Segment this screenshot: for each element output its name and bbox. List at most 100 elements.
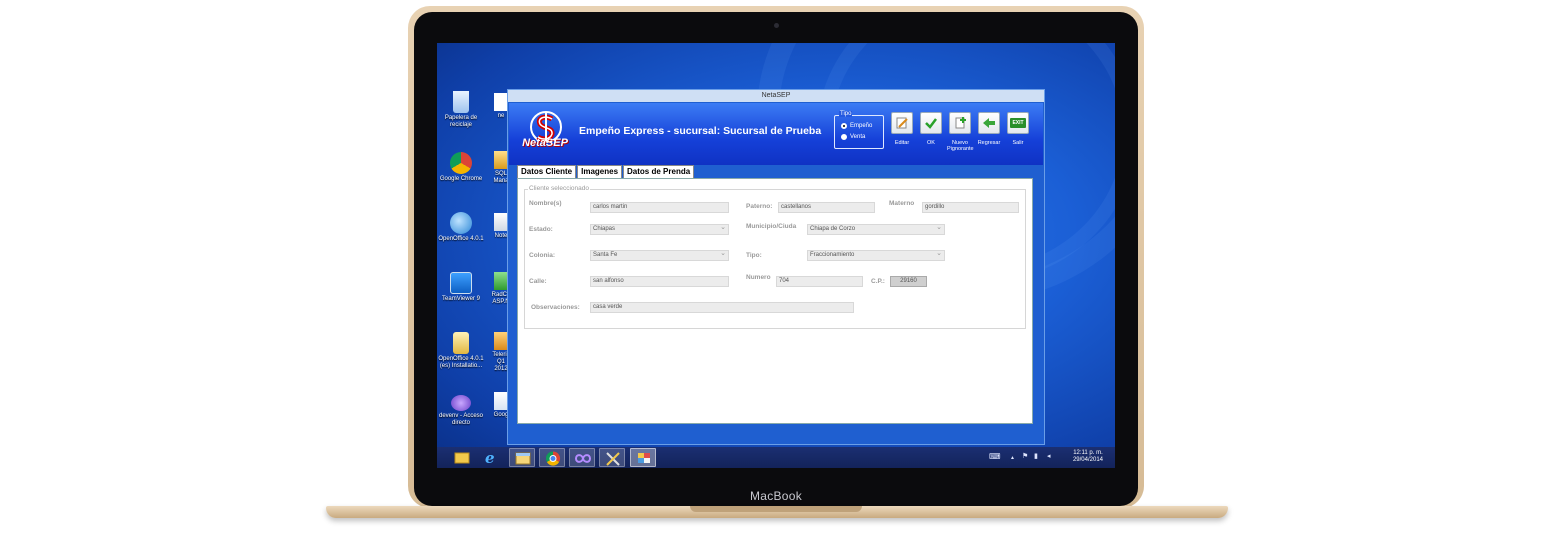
clock-time: 12:11 p. m. bbox=[1073, 450, 1103, 456]
window-title[interactable]: NetaSEP bbox=[508, 90, 1044, 102]
radio-empeno[interactable]: Empeño bbox=[841, 123, 872, 129]
teamviewer-icon bbox=[450, 272, 472, 294]
cp-label: C.P.: bbox=[871, 278, 885, 285]
file-explorer-icon bbox=[515, 452, 531, 465]
desktop-icon-label: TeamViewer 9 bbox=[442, 296, 480, 302]
tray-chevron-icon[interactable]: ▲ bbox=[1010, 455, 1015, 461]
desktop-icon-devenv[interactable]: devenv - Acceso directo bbox=[437, 395, 485, 427]
taskbar-explorer-button[interactable] bbox=[509, 448, 535, 467]
tab-panel-datos-cliente: Cliente seleccionado Nombre(s) carlos ma… bbox=[517, 178, 1033, 424]
municipio-select[interactable]: Chiapa de Corzo bbox=[807, 223, 945, 235]
taskbar-tools-button[interactable] bbox=[599, 448, 625, 467]
app-title: Empeño Express - sucursal: Sucursal de P… bbox=[579, 125, 822, 137]
radio-label: Empeño bbox=[850, 123, 873, 129]
keyboard-icon[interactable]: ⌨ bbox=[989, 452, 1001, 461]
folder-yellow-icon bbox=[454, 452, 470, 464]
editar-label: Editar bbox=[894, 140, 910, 146]
desktop-icon-label: OpenOffice 4.0.1 (es) Installatio... bbox=[438, 356, 484, 369]
exit-icon: EXIT bbox=[1007, 112, 1029, 134]
taskbar-devenv-button[interactable] bbox=[569, 448, 595, 467]
editar-button[interactable]: Editar bbox=[889, 112, 915, 146]
desktop-icon-teamviewer[interactable]: TeamViewer 9 bbox=[437, 272, 485, 303]
radio-dot[interactable] bbox=[841, 134, 847, 140]
tools-icon bbox=[606, 452, 620, 466]
colonia-label: Colonia: bbox=[529, 252, 555, 259]
tipo-select[interactable]: Fraccionamiento bbox=[807, 249, 945, 261]
numero-label: Numero bbox=[746, 274, 771, 281]
tab-datos-cliente[interactable]: Datos Cliente bbox=[517, 165, 577, 179]
desktop-icon-label: Papelera de reciclaje bbox=[444, 115, 478, 128]
salir-button[interactable]: EXIT Salir bbox=[1005, 112, 1031, 146]
tab-strip: Datos Cliente Imagenes Datos de Prenda bbox=[517, 165, 695, 179]
internet-explorer-icon: e bbox=[485, 449, 495, 467]
numero-field[interactable]: 704 bbox=[776, 276, 863, 287]
calle-field[interactable]: san alfonso bbox=[590, 276, 729, 287]
tab-imagenes[interactable]: Imagenes bbox=[577, 165, 623, 178]
tipo-legend: Tipo bbox=[839, 111, 853, 117]
materno-label: Materno bbox=[889, 200, 915, 207]
svg-text:e: e bbox=[485, 449, 495, 467]
tipo-group: Tipo Empeño Venta bbox=[834, 111, 884, 149]
desktop-icon-label: Google Chrome bbox=[439, 176, 483, 182]
desktop-icon-recycle-bin[interactable]: Papelera de reciclaje bbox=[437, 91, 485, 129]
app-header: NetaSEP Empeño Express - sucursal: Sucur… bbox=[509, 103, 1043, 165]
paterno-label: Paterno: bbox=[746, 203, 773, 210]
desktop-icon-label: OpenOffice 4.0.1 bbox=[438, 236, 484, 242]
taskbar-clock[interactable]: 12:11 p. m. 29/04/2014 bbox=[1073, 450, 1103, 464]
desktop-screen: Papelera de reciclaje Google Chrome Open… bbox=[437, 43, 1115, 468]
google-icon bbox=[494, 392, 508, 410]
cliente-group: Cliente seleccionado Nombre(s) carlos ma… bbox=[524, 185, 1026, 329]
desktop-icon-label: devenv - Acceso directo bbox=[438, 413, 484, 426]
radio-venta[interactable]: Venta bbox=[841, 134, 865, 140]
regresar-button[interactable]: Regresar bbox=[976, 112, 1002, 146]
regresar-label: Regresar bbox=[977, 140, 1001, 146]
tipo-label: Tipo: bbox=[746, 252, 762, 259]
desktop-icon-openoffice[interactable]: OpenOffice 4.0.1 bbox=[437, 212, 485, 243]
radcontrols-icon bbox=[494, 272, 508, 290]
netasep-app-icon bbox=[638, 453, 650, 463]
radio-label: Venta bbox=[850, 134, 866, 140]
desktop-icon-installer[interactable]: OpenOffice 4.0.1 (es) Installatio... bbox=[437, 332, 485, 370]
nombre-field[interactable]: carlos martin bbox=[590, 202, 729, 213]
logo-text: NetaSEP bbox=[522, 137, 568, 149]
desktop-icon-label: ne bbox=[497, 113, 505, 119]
calle-label: Calle: bbox=[529, 278, 547, 285]
devenv-icon bbox=[451, 395, 471, 411]
network-icon[interactable]: ▮ bbox=[1034, 452, 1038, 460]
nuevo-pignorante-button[interactable]: Nuevo Pignorante bbox=[947, 112, 974, 152]
camera-icon bbox=[774, 23, 779, 28]
paterno-field[interactable]: castellanos bbox=[778, 202, 875, 213]
taskbar-chrome-button[interactable] bbox=[539, 448, 565, 467]
volume-icon[interactable]: ◂ bbox=[1047, 452, 1051, 460]
nombre-label: Nombre(s) bbox=[529, 200, 562, 207]
taskbar-ie-button[interactable]: e bbox=[478, 448, 504, 467]
desktop-icon-label: Note bbox=[494, 233, 508, 239]
recycle-bin-icon bbox=[453, 91, 469, 113]
ok-label: OK bbox=[927, 140, 935, 146]
radio-dot-selected[interactable] bbox=[841, 123, 847, 129]
materno-field[interactable]: gordillo bbox=[922, 202, 1019, 213]
estado-label: Estado: bbox=[529, 226, 553, 233]
colonia-select[interactable]: Santa Fe bbox=[590, 249, 729, 261]
municipio-label: Municipio/Ciuda bbox=[746, 223, 797, 230]
observaciones-field[interactable]: casa verde bbox=[590, 302, 854, 313]
check-icon bbox=[920, 112, 942, 134]
cp-field[interactable]: 29160 bbox=[890, 276, 927, 287]
sql-icon bbox=[494, 151, 508, 169]
nuevo-label: Nuevo Pignorante bbox=[947, 140, 974, 152]
estado-select[interactable]: Chiapas bbox=[590, 223, 729, 235]
chrome-icon bbox=[546, 451, 561, 466]
group-legend: Cliente seleccionado bbox=[528, 185, 590, 192]
tab-datos-prenda[interactable]: Datos de Prenda bbox=[623, 165, 695, 178]
taskbar-netasep-button[interactable] bbox=[630, 448, 656, 467]
laptop-notch bbox=[690, 506, 862, 512]
observaciones-label: Observaciones: bbox=[531, 304, 580, 311]
chrome-icon bbox=[450, 152, 472, 174]
exit-badge: EXIT bbox=[1010, 118, 1026, 128]
flag-icon[interactable]: ⚑ bbox=[1022, 452, 1028, 460]
clock-date: 29/04/2014 bbox=[1072, 457, 1103, 463]
ok-button[interactable]: OK bbox=[918, 112, 944, 146]
desktop-icon-chrome[interactable]: Google Chrome bbox=[437, 152, 485, 183]
taskbar-folder-button[interactable] bbox=[449, 448, 475, 467]
macbook-label: MacBook bbox=[749, 489, 803, 503]
